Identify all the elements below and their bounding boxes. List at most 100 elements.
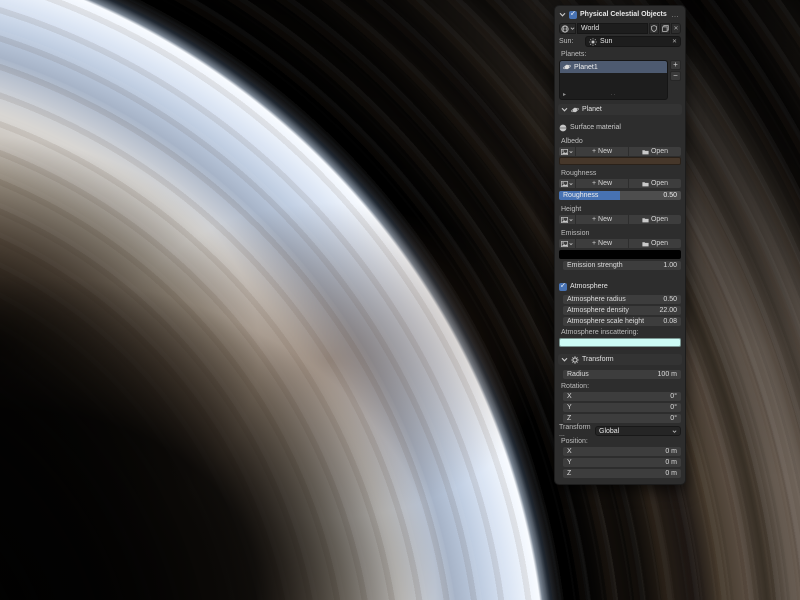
plus-icon: + [592,148,596,155]
planet-section-title: Planet [582,106,602,113]
emission-map-row: + New Open [559,239,681,248]
axis-label: X [567,448,572,455]
albedo-browse-button[interactable] [559,147,575,156]
rotation-label: Rotation: [561,383,681,390]
open-label: Open [651,180,668,187]
atmosphere-toggle-row: ✓ Atmosphere [559,282,681,291]
panel-header[interactable]: ✓ Physical Celestial Objects … [559,9,681,20]
open-label: Open [651,148,668,155]
height-new-button[interactable]: + New [576,215,628,224]
emission-color-field[interactable] [559,250,681,259]
axis-value: 0° [670,404,677,411]
sun-label: Sun: [559,38,583,45]
axis-value: 0 m [665,470,677,477]
roughness-browse-button[interactable] [559,179,575,188]
planets-list-wrap: Planet1 ▸ ·· + − [559,60,681,100]
emission-strength-field[interactable]: Emission strength 1.00 [563,261,681,270]
roughness-open-button[interactable]: Open [629,179,681,188]
physical-celestial-objects-panel: ✓ Physical Celestial Objects … World ✕ S [554,5,686,485]
inscattering-label: Atmosphere inscattering: [561,329,681,336]
atmosphere-density-field[interactable]: Atmosphere density 22.00 [563,306,681,315]
emission-browse-button[interactable] [559,239,575,248]
planets-list[interactable]: Planet1 ▸ ·· [559,60,668,100]
height-map-row: + New Open [559,215,681,224]
copy-icon [662,25,669,32]
remove-planet-button[interactable]: − [670,71,681,81]
emission-open-button[interactable]: Open [629,239,681,248]
world-name-field[interactable]: World [577,23,648,34]
albedo-new-button[interactable]: + New [576,147,628,156]
rotation-z-field[interactable]: Z 0° [563,414,681,423]
rotation-y-field[interactable]: Y 0° [563,403,681,412]
sun-object-field[interactable]: Sun ✕ [585,36,681,47]
emission-new-button[interactable]: + New [576,239,628,248]
transform-section-header[interactable]: Transform [558,354,682,365]
add-planet-button[interactable]: + [670,60,681,70]
chevron-down-icon [570,26,575,31]
world-browse-button[interactable] [559,23,576,34]
transform-space-row: Transform ... Global [559,426,681,436]
list-footer: ▸ ·· [560,91,667,98]
position-label: Position: [561,438,681,445]
chevron-down-icon [672,429,677,434]
plus-icon: + [592,180,596,187]
roughness-slider-label: Roughness [563,192,598,199]
close-icon: ✕ [673,26,678,32]
position-y-field[interactable]: Y 0 m [563,458,681,467]
height-browse-button[interactable] [559,215,575,224]
list-item-planet1[interactable]: Planet1 [560,61,667,73]
albedo-map-row: + New Open [559,147,681,156]
folder-icon [642,217,649,223]
planet-name: Planet1 [574,64,598,71]
sun-row: Sun: Sun ✕ [559,36,681,47]
check-icon: ✓ [560,283,566,290]
chevron-down-icon [559,11,566,18]
roughness-slider[interactable]: Roughness 0.50 [559,191,681,200]
radius-label: Radius [567,371,589,378]
panel-menu-icon[interactable]: … [671,11,680,19]
axis-label: Y [567,404,572,411]
position-z-field[interactable]: Z 0 m [563,469,681,478]
radius-field[interactable]: Radius 100 m [563,370,681,379]
axis-value: 0° [670,415,677,422]
chevron-down-icon [569,242,573,246]
atmosphere-title: Atmosphere [570,283,608,290]
duplicate-datablock-button[interactable] [660,23,670,34]
unlink-world-button[interactable]: ✕ [671,23,681,34]
axis-label: Y [567,459,572,466]
atmosphere-checkbox[interactable]: ✓ [559,283,567,291]
rotation-x-field[interactable]: X 0° [563,392,681,401]
world-datablock-row: World ✕ [559,23,681,34]
planet-section-header[interactable]: Planet [558,104,682,115]
roughness-new-button[interactable]: + New [576,179,628,188]
list-resize-grip[interactable]: ·· [611,92,617,98]
transform-space-label: Transform ... [559,424,593,438]
axis-label: X [567,393,572,400]
shield-icon [651,25,657,32]
plus-icon: + [592,240,596,247]
chevron-down-icon [569,218,573,222]
height-open-button[interactable]: Open [629,215,681,224]
atmosphere-radius-field[interactable]: Atmosphere radius 0.50 [563,295,681,304]
radius-value: 100 m [658,371,677,378]
gear-icon [571,356,579,364]
panel-title: Physical Celestial Objects [580,11,668,18]
panel-enable-checkbox[interactable]: ✓ [569,11,577,19]
albedo-open-button[interactable]: Open [629,147,681,156]
check-icon: ✓ [570,11,576,18]
position-x-field[interactable]: X 0 m [563,447,681,456]
planets-list-buttons: + − [670,60,681,100]
transform-space-dropdown[interactable]: Global [595,426,681,436]
clear-sun-button[interactable]: ✕ [672,39,677,45]
list-filter-toggle[interactable]: ▸ [563,92,566,98]
height-label: Height [561,206,681,213]
chevron-down-icon [561,356,568,363]
albedo-color-field[interactable] [559,157,681,165]
inscattering-color-field[interactable] [559,338,681,347]
material-sphere-icon [559,124,567,132]
atmosphere-scale-height-field[interactable]: Atmosphere scale height 0.08 [563,317,681,326]
new-label: New [598,180,612,187]
surface-material-title: Surface material [570,124,621,131]
roughness-map-row: + New Open [559,179,681,188]
fake-user-shield-button[interactable] [649,23,659,34]
